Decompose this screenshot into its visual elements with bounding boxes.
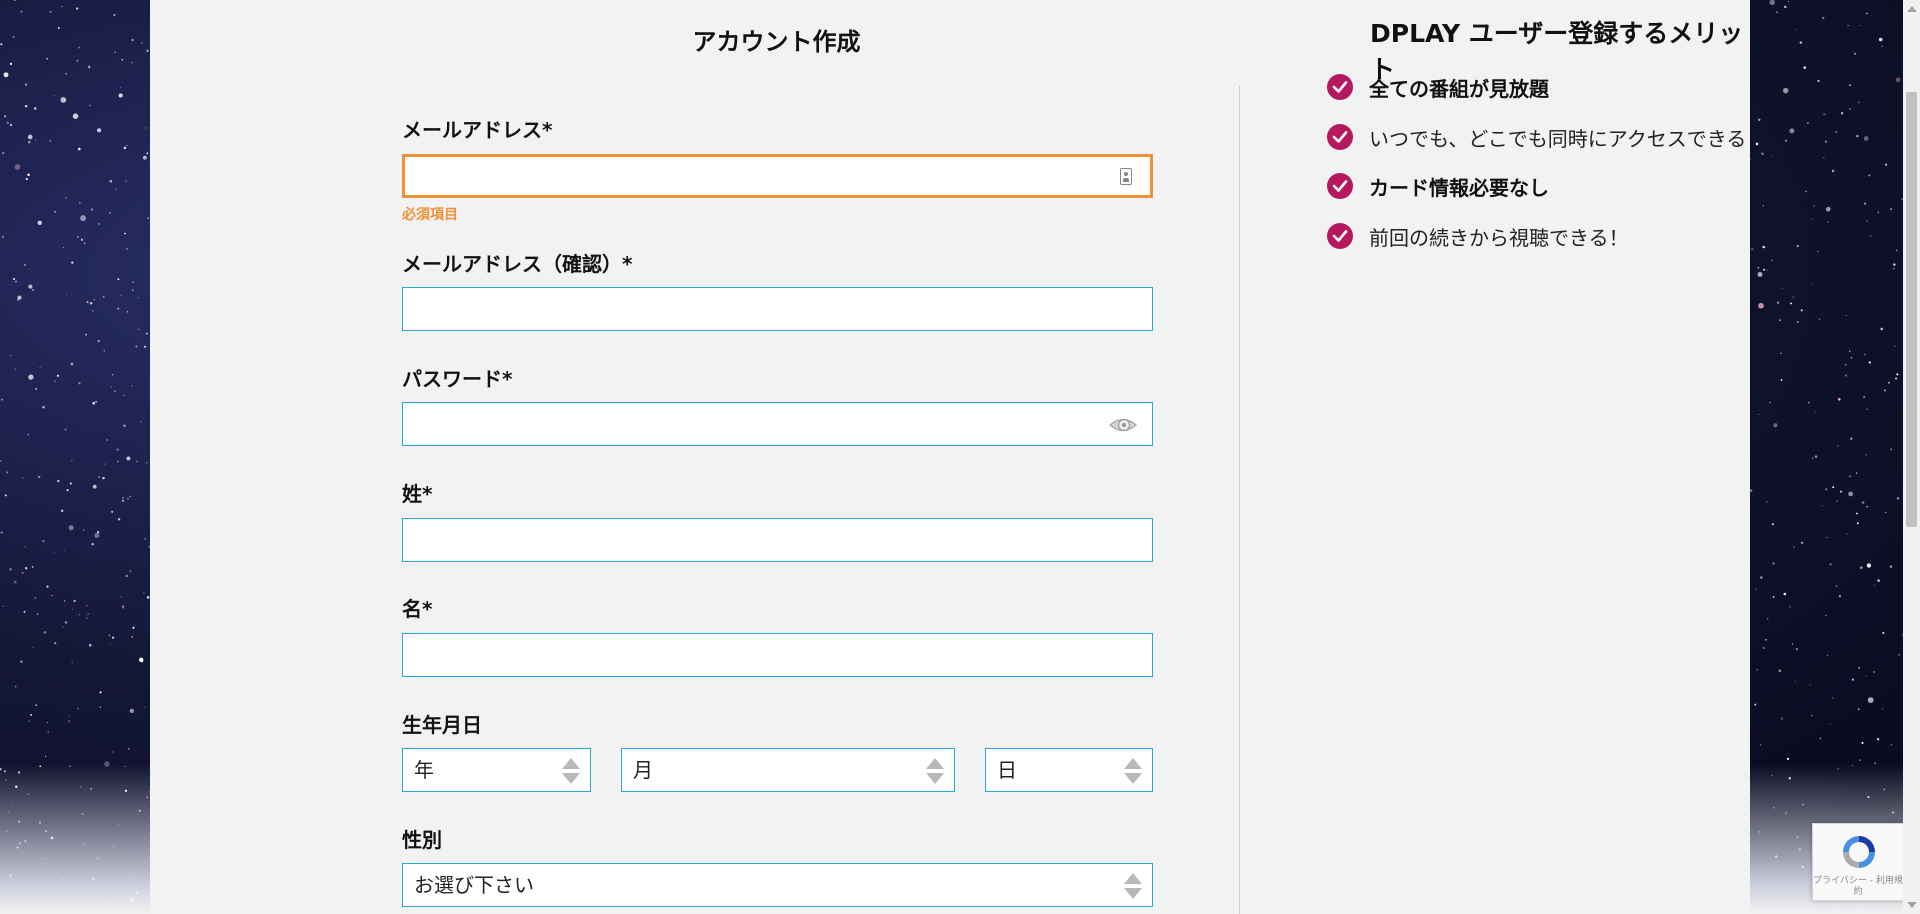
check-icon (1327, 124, 1353, 150)
scroll-down-arrow-icon[interactable] (1907, 902, 1917, 908)
select-chevrons-icon (1124, 873, 1142, 899)
email-error: 必須項目 (402, 207, 458, 223)
first-name-label: 名* (402, 597, 433, 621)
select-chevrons-icon (562, 758, 580, 784)
select-chevrons-icon (926, 758, 944, 784)
email-label: メールアドレス* (402, 118, 553, 142)
recaptcha-badge[interactable]: プライバシー - 利用規約 (1812, 823, 1904, 901)
check-icon (1327, 173, 1353, 199)
first-name-input[interactable] (402, 633, 1153, 677)
gender-label: 性別 (402, 828, 442, 852)
benefit-item: 全ての番組が見放題 (1327, 73, 1549, 101)
recaptcha-icon (1839, 832, 1879, 876)
benefit-item: いつでも、どこでも同時にアクセスできる (1327, 123, 1746, 151)
password-input[interactable] (402, 402, 1153, 446)
birth-year-value: 年 (414, 758, 434, 782)
benefit-text: 全ての番組が見放題 (1369, 76, 1549, 101)
gender-select[interactable]: お選び下さい (402, 863, 1153, 907)
last-name-input[interactable] (402, 518, 1153, 562)
email-confirm-label: メールアドレス（確認）* (402, 252, 633, 276)
benefit-text: カード情報必要なし (1369, 175, 1549, 200)
recaptcha-links[interactable]: プライバシー - 利用規約 (1813, 876, 1903, 898)
last-name-label: 姓* (402, 482, 433, 506)
benefit-item: 前回の続きから視聴できる！ (1327, 222, 1629, 250)
benefit-text: いつでも、どこでも同時にアクセスできる (1369, 126, 1747, 151)
birth-day-value: 日 (997, 758, 1017, 782)
page-scrollbar[interactable] (1903, 0, 1920, 914)
form-title: アカウント作成 (692, 28, 861, 56)
scrollbar-thumb[interactable] (1906, 92, 1917, 527)
column-divider (1239, 86, 1240, 914)
birthdate-label: 生年月日 (402, 713, 482, 737)
birth-month-select[interactable]: 月 (621, 748, 955, 792)
password-visibility-icon[interactable] (1109, 415, 1137, 439)
birth-month-value: 月 (633, 758, 653, 782)
birth-day-select[interactable]: 日 (985, 748, 1153, 792)
birth-year-select[interactable]: 年 (402, 748, 591, 792)
benefit-item: カード情報必要なし (1327, 172, 1549, 200)
check-icon (1327, 74, 1353, 100)
benefit-text: 前回の続きから視聴できる！ (1369, 225, 1629, 250)
email-confirm-input[interactable] (402, 287, 1153, 331)
registration-panel: アカウント作成 メールアドレス* 必須項目 メールアドレス（確認）* パスワード… (150, 0, 1750, 914)
select-chevrons-icon (1124, 758, 1142, 784)
password-label: パスワード* (402, 367, 513, 391)
check-icon (1327, 223, 1353, 249)
email-input[interactable] (402, 154, 1153, 198)
gender-value: お選び下さい (414, 873, 534, 897)
scroll-up-arrow-icon[interactable] (1907, 6, 1917, 12)
contact-card-icon[interactable] (1120, 168, 1132, 185)
